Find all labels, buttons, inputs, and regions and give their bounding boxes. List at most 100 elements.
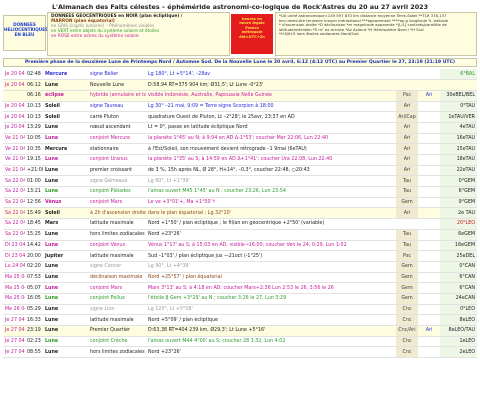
zodiac-position-cell: 6°CAN [440, 282, 477, 294]
time-cell: 14:42 [25, 240, 43, 252]
object-cell: éclipse [43, 90, 88, 102]
time-cell: 02:23 [25, 336, 43, 348]
object-cell: Lune [43, 133, 88, 145]
zodiac-position-cell: 6°CAN [440, 272, 477, 284]
event-cell: Premier Quartier [88, 325, 146, 337]
event-cell: déclinaison maximale [88, 272, 146, 284]
description-cell: Nord +5°09' / plan écliptique [146, 314, 396, 326]
zodiac-position-cell: 1eLEO [440, 336, 477, 348]
object-cell: Lune [43, 229, 88, 241]
helio-sign-cell [418, 207, 440, 220]
geo-sign-cell: Ari [396, 122, 418, 134]
table-row: Je 27 04 08:55 Lune hors limites zodiacales… [3, 346, 477, 359]
zodiac-position-cell: 0°GEM [440, 175, 477, 188]
table-row: Je 20 04 10:13 Soleil carré Pluton quadratur… [3, 111, 477, 123]
helio-sign-cell [418, 250, 440, 262]
table-row: Me 26 0405:29Lunesigne LionLg 120°, Lt +… [3, 304, 477, 316]
event-cell: conjoint Mercure [88, 133, 146, 145]
object-cell: Lune [43, 240, 88, 252]
description-cell: Nord +1°50' / plan écliptique ; le fil/a… [146, 218, 396, 230]
helio-sign-cell: Ari [418, 325, 440, 337]
helio-sign-cell [418, 133, 440, 145]
object-cell: Mercure [43, 143, 88, 155]
helio-sign-cell [418, 293, 440, 305]
zodiac-position-cell: 22eTAU [440, 165, 477, 177]
geo-sign-cell: Ari [396, 207, 418, 220]
date-cell: Ma 25 04 [3, 282, 25, 294]
object-cell: Lune [43, 346, 88, 359]
table-row: Ma 25 0407:53Lunedéclinaison maximaleNor… [3, 272, 477, 284]
event-cell: signe Gémeaux [88, 175, 146, 188]
object-cell: Lune [43, 165, 88, 177]
legend-left-line: EN BLEU [14, 32, 35, 37]
legend-notes: *UA unité astronomique=149 597 870 km di… [275, 12, 477, 56]
legend-mid-line: en ROSE entre astres du système solaire [51, 34, 139, 39]
geo-sign-cell: Ari/Cap [396, 111, 418, 123]
date-cell: Sa 22 04 [3, 197, 25, 209]
event-cell: signe Bélier [88, 69, 146, 81]
table-row: Sa 22 04 18:45 Mars latitude maximale Nord +… [3, 218, 477, 230]
helio-sign-cell [418, 272, 440, 284]
description-cell: Nord +23°26' [146, 229, 396, 241]
event-cell: hybride (annulaire et totale) de Soleil [88, 90, 146, 102]
geo-sign-cell: Ari [396, 165, 418, 177]
geo-sign-cell [396, 218, 418, 230]
description-cell: l'amas ouvert M45 1°45' au N ; coucher 2… [146, 186, 396, 198]
description-cell: Lg 180°, Lt +5°14', –28av [146, 69, 396, 81]
helio-sign-cell [418, 69, 440, 81]
date-cell: Ma 25 04 [3, 293, 25, 305]
event-cell: latitude maximale [88, 314, 146, 326]
table-row: Ma 25 0416:05Luneconjoint Polluxl'étoile… [3, 293, 477, 305]
zodiac-position-cell: 1eTAU/VER [440, 111, 477, 123]
event-cell: premier croissant [88, 165, 146, 177]
zodiac-position-cell: 0°LEO [440, 304, 477, 316]
event-cell: signe Cancer [88, 261, 146, 273]
time-cell: 02:20 [25, 261, 43, 273]
legend-heliocentric: DONNEES HELIOCENTRIQUES EN BLEU [3, 15, 48, 51]
time-cell: 15:49 [25, 207, 43, 220]
date-cell: Je 20 04 [3, 69, 25, 81]
object-cell: Jupiter [43, 250, 88, 262]
helio-sign-cell [418, 240, 440, 252]
helio-sign-cell [418, 154, 440, 166]
helio-sign-cell [418, 229, 440, 241]
time-cell: 05:07 [25, 282, 43, 294]
event-cell: à 2h d'ascension droite [88, 207, 146, 220]
table-row: Je 20 04 10:13 Soleil signe Taureau Lg 30° –… [3, 101, 477, 113]
geo-sign-cell: Cnc [396, 314, 418, 326]
ephemeris-table: Je 20 04 02:48 Mercure signe Bélier Lg 180°,… [3, 69, 477, 359]
description-cell: dans le plan équatorial ; Lg 32°10' [146, 207, 396, 220]
object-cell: Lune [43, 304, 88, 316]
description-cell: à l'Est/Soleil, son mouvement devient ré… [146, 143, 396, 155]
geo-sign-cell: Gem [396, 293, 418, 305]
date-cell: Je 27 04 [3, 314, 25, 326]
helio-sign-cell [418, 336, 440, 348]
object-cell: Lune [43, 314, 88, 326]
table-row: 06:16éclipsehybride (annulaire et totale… [3, 90, 477, 102]
object-cell: Lune [43, 336, 88, 348]
object-cell: Mercure [43, 69, 88, 81]
helio-sign-cell [418, 304, 440, 316]
event-cell: conjoint Uranus [88, 154, 146, 166]
time-cell: 18:45 [25, 218, 43, 230]
date-cell: Je 27 04 [3, 346, 25, 359]
table-row: Je 20 04 06:12 Lune Nouvelle Lune D:58,94 RT… [3, 79, 477, 91]
date-cell: Ma 25 04 [3, 272, 25, 284]
time-cell: 13:29 [25, 122, 43, 134]
table-row: Di 23 04 14:42 Lune conjoint Vénus Vénus 1°1… [3, 240, 477, 252]
date-cell: Je 20 04 [3, 122, 25, 134]
helio-sign-cell [418, 111, 440, 123]
object-cell: Lune [43, 261, 88, 273]
zodiac-position-cell: 2e TAU [440, 207, 477, 220]
zodiac-position-cell: 6°BAL [440, 69, 477, 81]
geo-sign-cell: Gem [396, 261, 418, 273]
time-cell: 10:05 [25, 133, 43, 145]
description-cell: l'étoile β Gem +3°29' au N ; coucher 3:2… [146, 293, 396, 305]
event-cell: conjoint Vénus [88, 240, 146, 252]
date-cell: Sa 22 04 [3, 207, 25, 220]
table-row: Ma 25 0405:07Luneconjoint MarsMars 3°13'… [3, 282, 477, 294]
zodiac-position-cell: 16eTAU [440, 133, 477, 145]
zodiac-position-cell: 24eCAN [440, 293, 477, 305]
geo-sign-cell: Tau [396, 175, 418, 188]
time-cell: 12:56 [25, 197, 43, 209]
